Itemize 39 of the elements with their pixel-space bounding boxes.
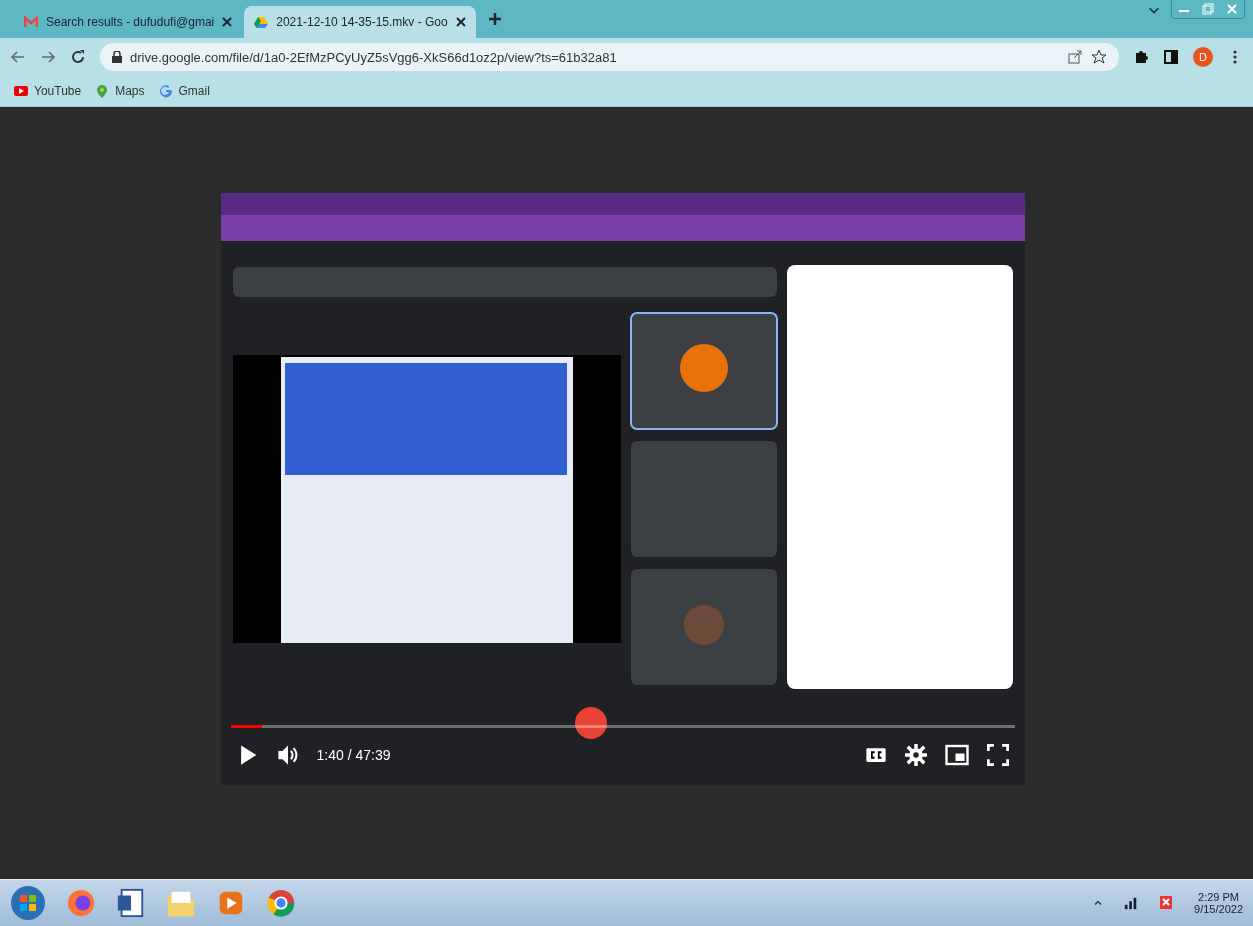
browser-tab[interactable]: Search results - dufudufi@gmai — [14, 6, 243, 38]
clock-time: 2:29 PM — [1198, 891, 1239, 903]
address-bar[interactable]: drive.google.com/file/d/1a0-2EfMzPCyUyZ5sVgg6-XkS66d1oz2p/view?ts=61b32a81 — [100, 43, 1119, 71]
fox-browser-icon[interactable] — [66, 888, 96, 918]
bookmark[interactable]: YouTube — [14, 84, 82, 98]
g-logo-icon — [158, 84, 173, 98]
start-button[interactable] — [10, 885, 46, 921]
share-icon[interactable] — [1067, 49, 1083, 65]
fullscreen-icon[interactable] — [986, 744, 1009, 766]
volume-icon[interactable] — [276, 744, 299, 766]
lock-icon — [112, 51, 122, 63]
star-icon[interactable] — [1091, 49, 1107, 65]
side-panel-icon[interactable] — [1163, 49, 1179, 65]
settings-icon[interactable] — [904, 744, 927, 766]
bookmark[interactable]: Maps — [95, 84, 145, 98]
puzzle-icon[interactable] — [1133, 49, 1149, 65]
taskbar-clock[interactable]: 2:29 PM 9/15/2022 — [1194, 891, 1243, 915]
browser-tab[interactable]: 2021-12-10 14-35-15.mkv - Goo — [244, 6, 476, 38]
tab-title: Search results - dufudufi@gmai — [46, 15, 215, 29]
video-time: 1:40 / 47:39 — [316, 747, 391, 763]
reload-icon[interactable] — [70, 49, 86, 65]
document-app-icon[interactable] — [116, 888, 146, 918]
clock-date: 9/15/2022 — [1194, 903, 1243, 915]
tab-title: 2021-12-10 14-35-15.mkv - Goo — [276, 15, 448, 29]
back-arrow-icon[interactable] — [10, 49, 26, 65]
close-tab-icon[interactable] — [455, 17, 466, 27]
profile-avatar[interactable]: D — [1193, 47, 1213, 67]
mail-icon — [24, 16, 38, 28]
flag-icon[interactable] — [1158, 895, 1175, 911]
bookmark[interactable]: Gmail — [158, 84, 210, 98]
close-tab-icon[interactable] — [222, 17, 233, 27]
triangle-logo-icon — [254, 16, 269, 28]
map-pin-icon — [95, 84, 110, 98]
play-logo-icon — [14, 86, 28, 96]
browser-icon[interactable] — [266, 888, 296, 918]
forward-arrow-icon[interactable] — [40, 49, 56, 65]
picture-in-picture-icon[interactable] — [944, 743, 969, 767]
new-tab-icon[interactable] — [487, 12, 502, 26]
signal-icon[interactable] — [1124, 896, 1139, 910]
